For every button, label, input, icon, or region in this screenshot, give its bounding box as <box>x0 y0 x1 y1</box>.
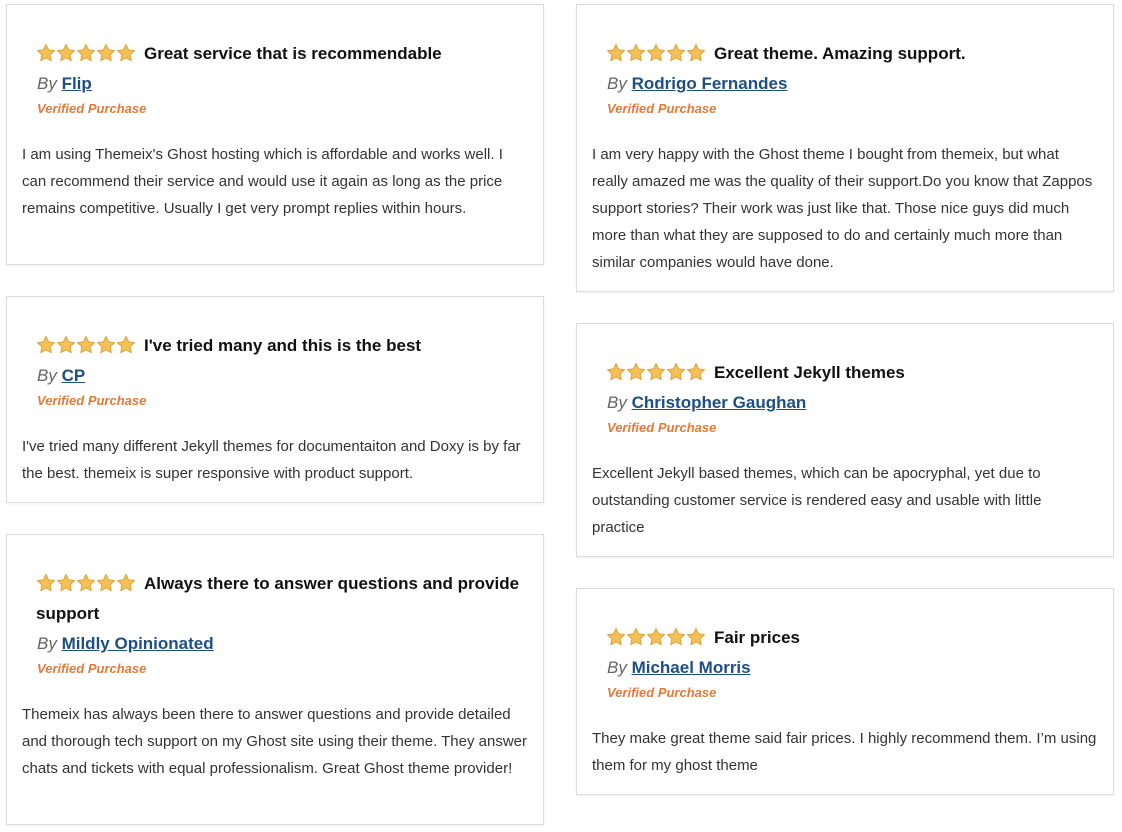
star-icon <box>626 627 646 647</box>
verified-purchase-badge: Verified Purchase <box>37 661 147 676</box>
review-text: I am very happy with the Ghost theme I b… <box>592 146 1093 271</box>
review-text: I am using Themeix's Ghost hosting which… <box>22 146 503 217</box>
review-title: Fair prices <box>714 628 800 647</box>
review-byline: By Mildly Opinionated <box>37 629 523 659</box>
star-icon <box>686 627 706 647</box>
star-icon <box>96 43 116 63</box>
star-icon <box>606 362 626 382</box>
author-link[interactable]: CP <box>62 366 86 385</box>
star-icon <box>646 627 666 647</box>
by-label: By <box>607 393 627 412</box>
star-icon <box>56 43 76 63</box>
review-card: I've tried many and this is the best By … <box>6 296 544 503</box>
review-card: Great theme. Amazing support. By Rodrigo… <box>576 4 1114 292</box>
author-link[interactable]: Flip <box>62 74 92 93</box>
star-icon <box>76 573 96 593</box>
by-label: By <box>607 74 627 93</box>
author-link[interactable]: Rodrigo Fernandes <box>632 74 788 93</box>
star-icon <box>646 362 666 382</box>
review-text: I've tried many different Jekyll themes … <box>22 438 521 482</box>
verified-purchase-badge: Verified Purchase <box>37 393 147 408</box>
star-icon <box>626 362 646 382</box>
review-title: Great service that is recommendable <box>144 44 442 63</box>
review-byline: By CP <box>37 361 523 391</box>
star-icon <box>76 335 96 355</box>
by-label: By <box>37 634 57 653</box>
by-label: By <box>37 74 57 93</box>
star-icon <box>116 573 136 593</box>
review-card: Always there to answer questions and pro… <box>6 534 544 825</box>
star-icon <box>646 43 666 63</box>
review-title-row: Fair prices <box>606 623 1093 653</box>
review-byline: By Rodrigo Fernandes <box>607 69 1093 99</box>
review-card: Great service that is recommendable By F… <box>6 4 544 265</box>
star-icon <box>666 362 686 382</box>
verified-purchase-badge: Verified Purchase <box>607 101 717 116</box>
star-icon <box>606 43 626 63</box>
review-byline: By Michael Morris <box>607 653 1093 683</box>
star-icon <box>606 627 626 647</box>
star-icon <box>666 43 686 63</box>
verified-purchase-badge: Verified Purchase <box>37 101 147 116</box>
review-card: Fair prices By Michael Morris Verified P… <box>576 588 1114 795</box>
review-text: They make great theme said fair prices. … <box>592 730 1097 774</box>
star-icon <box>666 627 686 647</box>
verified-purchase-badge: Verified Purchase <box>607 420 717 435</box>
star-icon <box>116 335 136 355</box>
author-link[interactable]: Christopher Gaughan <box>632 393 807 412</box>
star-icon <box>626 43 646 63</box>
by-label: By <box>607 658 627 677</box>
review-title-row: Great service that is recommendable <box>36 39 523 69</box>
star-icon <box>36 573 56 593</box>
star-rating <box>606 358 706 388</box>
star-icon <box>116 43 136 63</box>
star-rating <box>606 39 706 69</box>
star-icon <box>96 573 116 593</box>
review-card: Excellent Jekyll themes By Christopher G… <box>576 323 1114 557</box>
star-icon <box>36 335 56 355</box>
star-rating <box>36 39 136 69</box>
review-text: Themeix has always been there to answer … <box>22 706 528 777</box>
star-icon <box>96 335 116 355</box>
review-title: Great theme. Amazing support. <box>714 44 966 63</box>
star-rating <box>36 569 136 599</box>
review-byline: By Christopher Gaughan <box>607 388 1093 418</box>
star-icon <box>686 362 706 382</box>
review-title-row: Excellent Jekyll themes <box>606 358 1093 388</box>
review-title: Excellent Jekyll themes <box>714 363 905 382</box>
star-icon <box>76 43 96 63</box>
review-title-row: Always there to answer questions and pro… <box>36 569 523 629</box>
review-byline: By Flip <box>37 69 523 99</box>
star-rating <box>36 331 136 361</box>
review-title: I've tried many and this is the best <box>144 336 422 355</box>
review-text: Excellent Jekyll based themes, which can… <box>592 465 1042 536</box>
author-link[interactable]: Mildly Opinionated <box>62 634 214 653</box>
star-icon <box>36 43 56 63</box>
verified-purchase-badge: Verified Purchase <box>607 685 717 700</box>
review-title-row: I've tried many and this is the best <box>36 331 523 361</box>
author-link[interactable]: Michael Morris <box>632 658 751 677</box>
review-title-row: Great theme. Amazing support. <box>606 39 1093 69</box>
star-icon <box>56 335 76 355</box>
star-icon <box>56 573 76 593</box>
star-rating <box>606 623 706 653</box>
star-icon <box>686 43 706 63</box>
by-label: By <box>37 366 57 385</box>
